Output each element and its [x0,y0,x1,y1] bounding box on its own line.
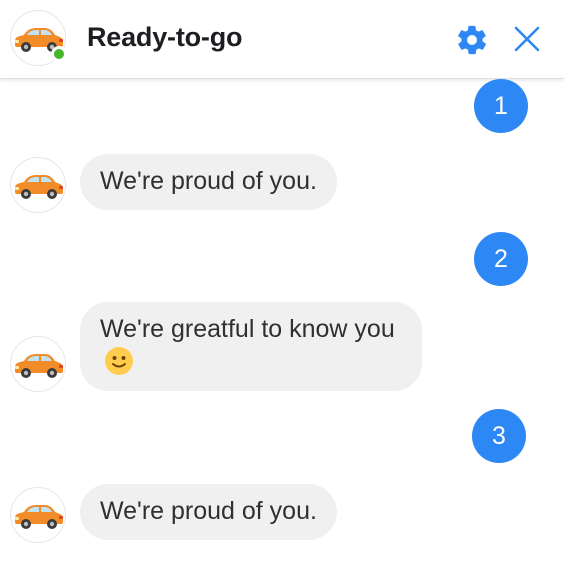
car-icon [14,173,64,199]
car-icon [14,503,64,529]
bot-message-bubble: We're proud of you. [80,154,337,210]
online-status-dot [51,46,67,62]
car-icon [14,352,64,378]
slightly-smiling-face-icon [104,346,134,385]
bot-avatar [10,157,66,213]
bot-avatar [10,487,66,543]
gear-icon[interactable] [455,23,489,57]
message-text: We're proud of you. [100,497,317,525]
chat-header: Ready-to-go [0,0,564,79]
user-reply-number[interactable]: 2 [474,232,528,286]
user-reply-number[interactable]: 1 [474,79,528,133]
message-text: We're greatful to know you [100,315,395,343]
close-icon[interactable] [512,24,542,54]
message-text: We're proud of you. [100,167,317,195]
bot-message-bubble: We're greatful to know you [80,302,422,391]
bot-avatar [10,336,66,392]
bot-message-bubble: We're proud of you. [80,484,337,540]
user-reply-number[interactable]: 3 [472,409,526,463]
chat-title: Ready-to-go [87,22,243,52]
